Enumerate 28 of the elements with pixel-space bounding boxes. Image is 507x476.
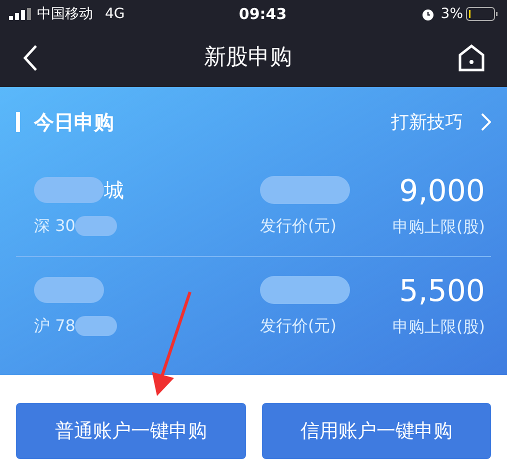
signal-icon <box>9 8 31 20</box>
network-type: 4G <box>105 4 125 24</box>
limit-label: 申购上限(股) <box>392 316 485 338</box>
blurred-text <box>75 216 118 236</box>
battery-percent: 3% <box>440 4 463 24</box>
price-label: 发行价(元) <box>260 315 338 337</box>
carrier-name: 中国移动 <box>37 4 93 24</box>
tips-link[interactable]: 打新技巧 <box>391 108 491 136</box>
page-title: 新股申购 <box>204 44 292 72</box>
home-icon[interactable] <box>458 44 485 72</box>
stock-code: 深 30 <box>34 214 76 236</box>
stock-code: 沪 78 <box>34 315 76 337</box>
battery-icon <box>466 7 498 21</box>
stock-name: 城 <box>104 176 124 204</box>
limit-value: 5,500 <box>399 275 485 309</box>
section-title: 今日申购 <box>34 109 115 136</box>
subscribe-button[interactable]: 普通账户一键申购 <box>16 403 246 459</box>
clock-time: 09:43 <box>238 4 287 25</box>
alarm-icon <box>420 7 435 21</box>
limit-value: 9,000 <box>399 174 485 208</box>
subscribe-button[interactable]: 信用账户一键申购 <box>262 403 491 459</box>
blurred-text <box>34 277 104 303</box>
price-label: 发行价(元) <box>260 214 338 236</box>
blurred-text <box>34 176 104 202</box>
limit-label: 申购上限(股) <box>392 216 485 238</box>
blurred-text <box>75 316 118 336</box>
chevron-icon <box>481 113 491 131</box>
back-icon[interactable] <box>22 44 38 72</box>
